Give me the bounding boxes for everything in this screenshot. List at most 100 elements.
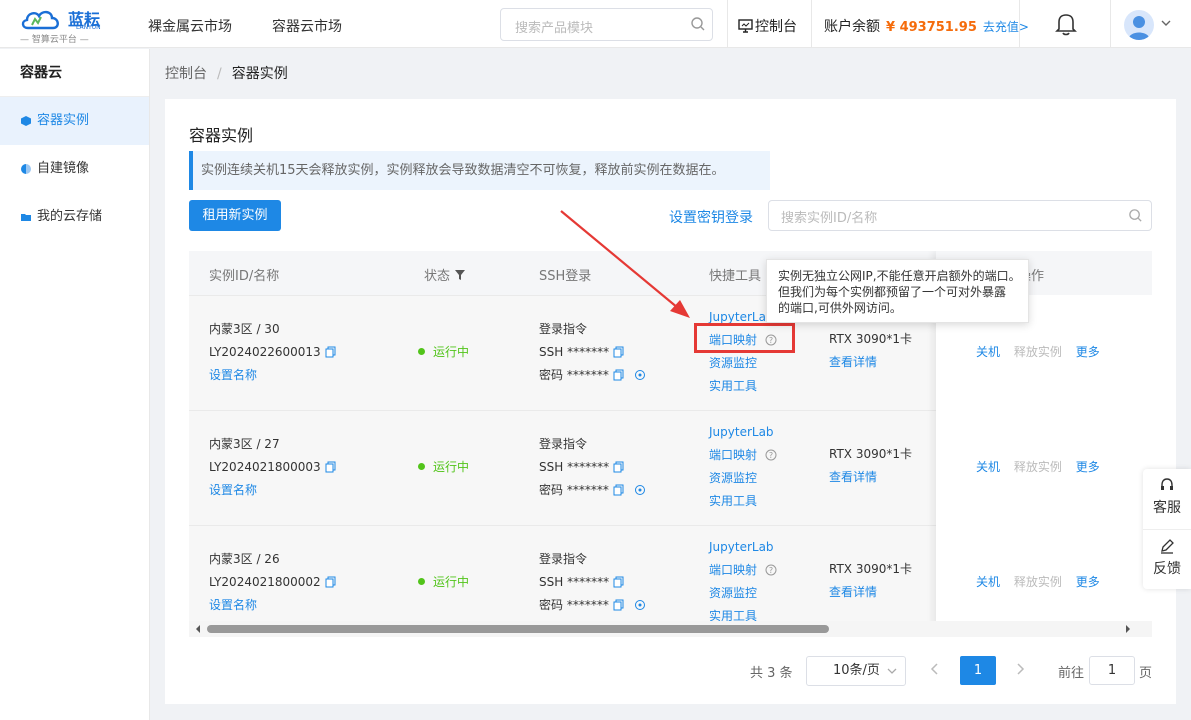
search-icon[interactable] — [1128, 208, 1143, 223]
shutdown-button[interactable]: 关机 — [976, 460, 1000, 474]
set-key-login-link[interactable]: 设置密钥登录 — [669, 207, 753, 227]
shutdown-button[interactable]: 关机 — [976, 575, 1000, 589]
resource-monitor-link[interactable]: 资源监控 — [709, 352, 777, 375]
copy-icon[interactable] — [325, 576, 336, 588]
copy-icon[interactable] — [613, 576, 624, 588]
recharge-link[interactable]: 去充值> — [983, 20, 1029, 34]
ssh-command: SSH ******* — [539, 345, 610, 359]
set-name-link[interactable]: 设置名称 — [209, 479, 336, 502]
reset-password-icon[interactable] — [634, 369, 646, 381]
sidebar-item-label: 容器实例 — [37, 113, 90, 128]
help-icon[interactable]: ? — [765, 564, 777, 576]
resource-monitor-link[interactable]: 资源监控 — [709, 467, 777, 490]
cloud-logo-icon — [21, 10, 59, 30]
svg-text:?: ? — [769, 566, 773, 575]
utility-tools-link[interactable]: 实用工具 — [709, 375, 777, 398]
jupyterlab-link[interactable]: JupyterLab — [709, 536, 777, 559]
resource-monitor-link[interactable]: 资源监控 — [709, 582, 777, 605]
scroll-right-icon[interactable] — [1123, 621, 1133, 637]
breadcrumb-current: 容器实例 — [231, 66, 288, 82]
port-mapping-link[interactable]: 端口映射 — [709, 448, 757, 462]
ssh-command: SSH ******* — [539, 575, 610, 589]
set-name-link[interactable]: 设置名称 — [209, 364, 336, 387]
instance-region: 内蒙3区 / 27 — [209, 437, 280, 451]
cell-ssh: 登录指令 SSH ******* 密码 ******* — [539, 433, 646, 502]
instance-region: 内蒙3区 / 30 — [209, 322, 280, 336]
cell-ssh: 登录指令 SSH ******* 密码 ******* — [539, 318, 646, 387]
view-detail-link[interactable]: 查看详情 — [829, 581, 912, 604]
copy-icon[interactable] — [325, 346, 336, 358]
avatar[interactable] — [1124, 10, 1154, 40]
page-size-select[interactable]: 10条/页 — [806, 656, 906, 686]
ssh-title: 登录指令 — [539, 322, 588, 336]
set-name-link[interactable]: 设置名称 — [209, 594, 336, 617]
copy-icon[interactable] — [613, 346, 624, 358]
product-search-input[interactable]: 搜索产品模块 — [500, 8, 713, 41]
chevron-down-icon[interactable] — [1160, 17, 1172, 29]
copy-icon[interactable] — [325, 461, 336, 473]
copy-icon[interactable] — [613, 369, 624, 381]
view-detail-link[interactable]: 查看详情 — [829, 466, 912, 489]
status-dot — [418, 463, 425, 470]
instance-search-input[interactable]: 搜索实例ID/名称 — [768, 200, 1152, 231]
more-button[interactable]: 更多 — [1076, 460, 1100, 474]
sidebar-item-cloud-storage[interactable]: 我的云存储 — [0, 193, 149, 241]
sidebar-item-custom-image[interactable]: 自建镜像 — [0, 145, 149, 193]
status-text: 运行中 — [433, 575, 470, 589]
tooltip: 实例无独立公网IP,不能任意开启额外的端口。 但我们为每个实例都预留了一个可对外… — [766, 259, 1029, 323]
copy-icon[interactable] — [613, 484, 624, 496]
shutdown-button[interactable]: 关机 — [976, 345, 1000, 359]
breadcrumb-separator: / — [217, 66, 222, 82]
th-status-label: 状态 — [424, 269, 451, 284]
row-ops: 关机 释放实例 更多 — [976, 341, 1100, 364]
release-button: 释放实例 — [1013, 460, 1062, 474]
copy-icon[interactable] — [613, 461, 624, 473]
next-page-icon[interactable] — [1015, 662, 1025, 676]
search-placeholder: 搜索产品模块 — [515, 21, 594, 36]
nav-bare-metal[interactable]: 裸金属云市场 — [148, 16, 232, 36]
th-status[interactable]: 状态 — [424, 265, 466, 284]
logo[interactable]: 蓝耘 LANYUN — 智算云平台 — — [20, 4, 110, 45]
more-button[interactable]: 更多 — [1076, 575, 1100, 589]
top-bar: 蓝耘 LANYUN — 智算云平台 — 裸金属云市场 容器云市场 搜索产品模块 … — [0, 0, 1191, 48]
gpu-spec: RTX 3090*1卡 — [829, 332, 913, 346]
console-link[interactable]: 控制台 — [738, 16, 797, 36]
filter-icon[interactable] — [454, 269, 466, 281]
breadcrumb-home[interactable]: 控制台 — [165, 66, 207, 82]
th-id: 实例ID/名称 — [209, 269, 280, 284]
instance-id: LY2024021800003 — [209, 460, 321, 474]
cell-gpu: RTX 3090*1卡 查看详情 — [829, 328, 912, 374]
release-button: 释放实例 — [1013, 575, 1062, 589]
cell-tools: JupyterLab 端口映射? 资源监控 实用工具 — [709, 421, 777, 513]
page-number-current[interactable]: 1 — [960, 656, 996, 685]
page-suffix: 页 — [1139, 666, 1153, 681]
view-detail-link[interactable]: 查看详情 — [829, 351, 912, 374]
more-button[interactable]: 更多 — [1076, 345, 1100, 359]
prev-page-icon[interactable] — [930, 662, 940, 676]
scroll-left-icon[interactable] — [193, 621, 203, 637]
nav-container-market[interactable]: 容器云市场 — [272, 16, 342, 36]
feedback-button[interactable]: 反馈 — [1143, 529, 1191, 589]
sidebar-item-container-instance[interactable]: 容器实例 — [0, 97, 149, 145]
brand-sub: LANYUN — [76, 24, 101, 31]
feedback-label: 反馈 — [1153, 561, 1181, 577]
jupyterlab-link[interactable]: JupyterLab — [709, 421, 777, 444]
scrollbar-thumb[interactable] — [207, 625, 829, 633]
help-icon[interactable]: ? — [765, 449, 777, 461]
bell-icon[interactable] — [1055, 12, 1077, 36]
monitor-icon — [738, 19, 753, 33]
cell-gpu: RTX 3090*1卡 查看详情 — [829, 558, 912, 604]
horizontal-scrollbar[interactable] — [189, 621, 1152, 637]
reset-password-icon[interactable] — [634, 599, 646, 611]
sidebar-item-label: 我的云存储 — [37, 209, 103, 224]
search-icon[interactable] — [690, 16, 706, 32]
utility-tools-link[interactable]: 实用工具 — [709, 490, 777, 513]
copy-icon[interactable] — [613, 599, 624, 611]
balance: 账户余额 ¥ 493751.95 去充值> — [824, 16, 1029, 36]
reset-password-icon[interactable] — [634, 484, 646, 496]
rent-instance-button[interactable]: 租用新实例 — [189, 200, 281, 231]
customer-service-button[interactable]: 客服 — [1143, 469, 1191, 529]
goto-page-input[interactable]: 1 — [1089, 656, 1135, 685]
divider — [811, 0, 812, 48]
port-mapping-link[interactable]: 端口映射 — [709, 563, 757, 577]
